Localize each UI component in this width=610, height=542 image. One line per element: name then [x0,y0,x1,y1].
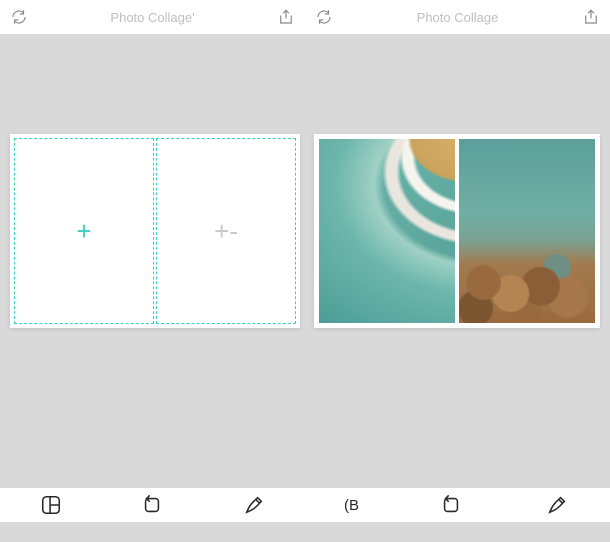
top-left: Photo Collage' [0,0,305,34]
toolbar-right: (B [305,488,610,522]
edit-button[interactable] [543,491,571,519]
add-icon: +- [214,216,238,247]
collage-empty-panel: + +- [10,134,300,328]
empty-cell-1[interactable]: + [14,138,154,324]
collage-photo-rocks[interactable] [459,139,595,323]
share-icon[interactable] [271,2,301,32]
top-bar: Photo Collage' Photo Collage [0,0,610,34]
empty-cell-2[interactable]: +- [156,138,296,324]
share-icon[interactable] [576,2,606,32]
add-icon: + [76,216,91,247]
layout-button[interactable] [37,491,65,519]
edit-button[interactable] [240,491,268,519]
refresh-icon[interactable] [309,2,339,32]
toolbar-left [0,488,305,522]
refresh-icon[interactable] [4,2,34,32]
layout-label[interactable]: (B [344,497,359,514]
rotate-button[interactable] [138,491,166,519]
page-title-left: Photo Collage' [0,10,305,25]
stage: + +- [0,34,610,488]
collage-filled-panel [314,134,600,328]
top-right: Photo Collage [305,0,610,34]
page-title-right: Photo Collage [305,10,610,25]
collage-photo-beach[interactable] [319,139,455,323]
bottom-toolbar: (B [0,488,610,522]
rotate-button[interactable] [437,491,465,519]
